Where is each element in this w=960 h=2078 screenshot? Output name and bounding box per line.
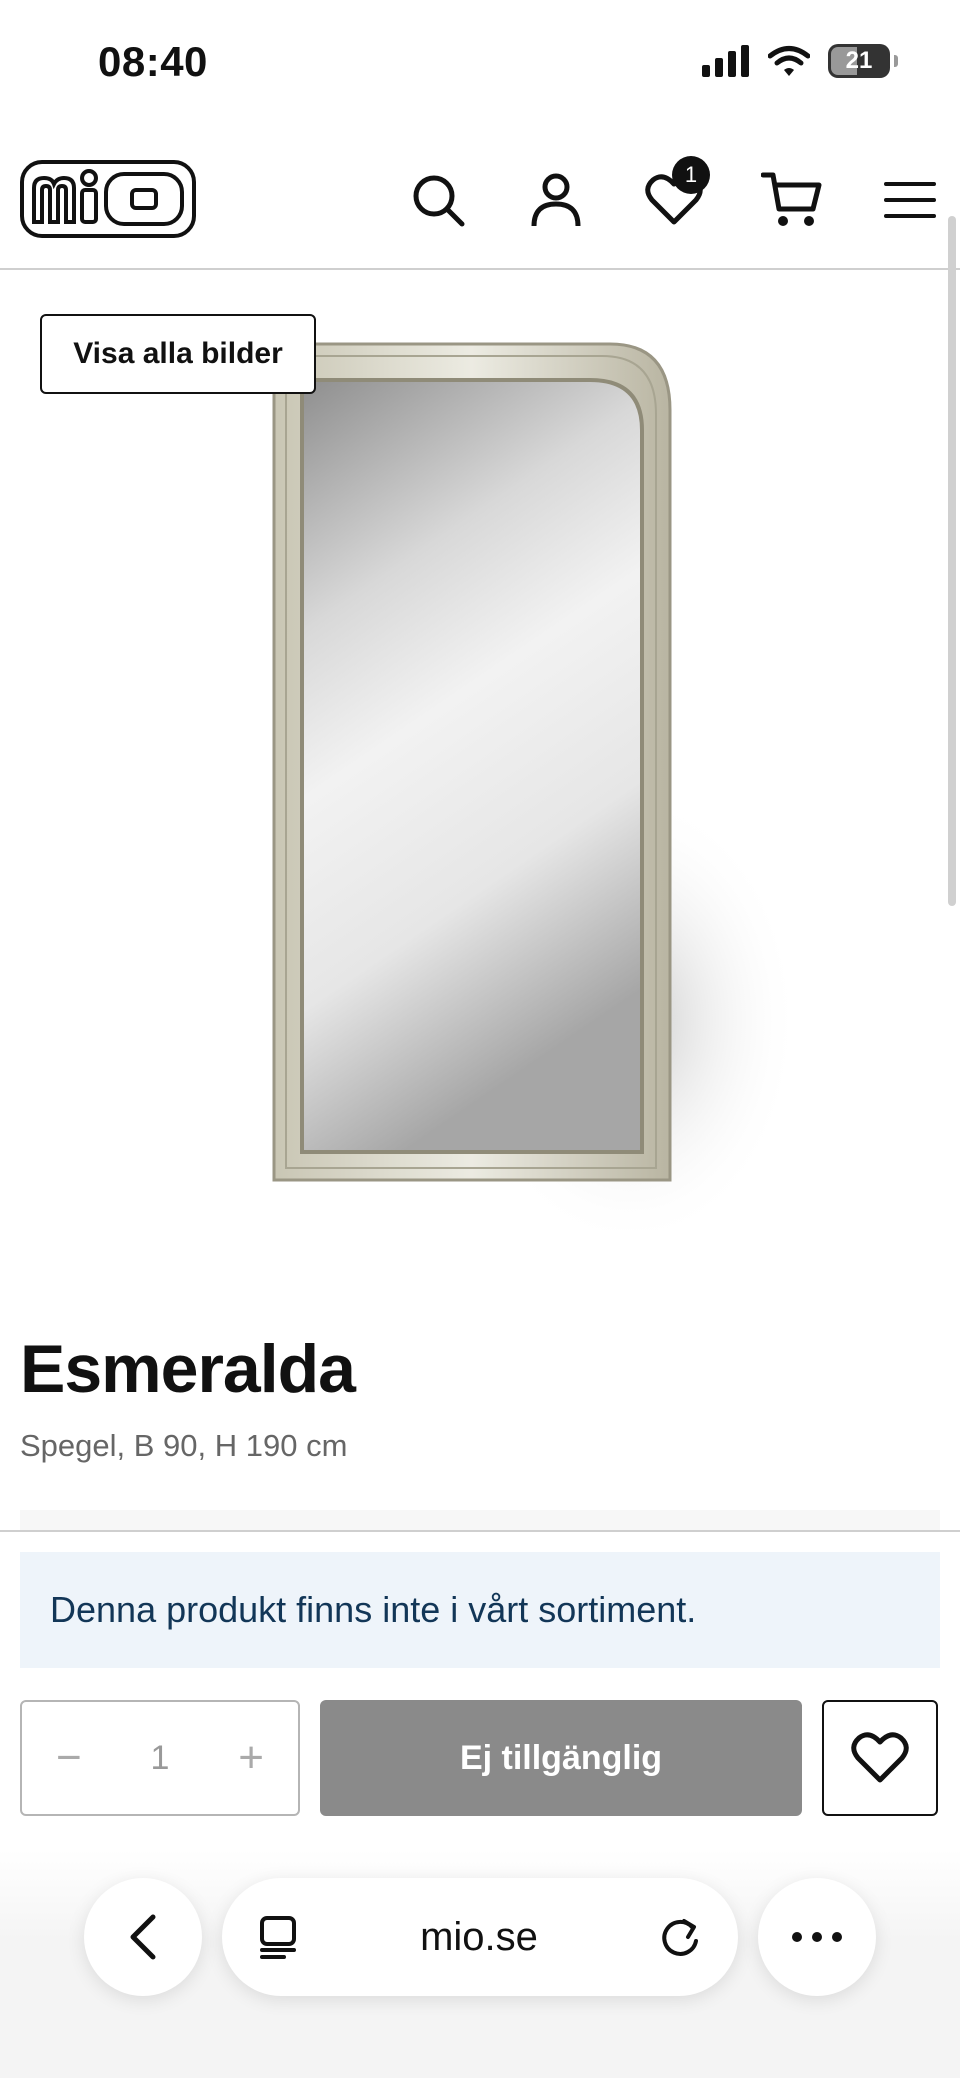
menu-button[interactable]: [878, 168, 942, 232]
wishlist-count-badge: 1: [672, 156, 710, 194]
browser-url[interactable]: mio.se: [420, 1915, 538, 1960]
cart-button[interactable]: [760, 168, 824, 232]
status-indicators: 21: [702, 44, 898, 78]
add-to-cart-button[interactable]: Ej tillgänglig: [320, 1700, 802, 1816]
availability-notice: Denna produkt finns inte i vårt sortimen…: [20, 1552, 940, 1668]
menu-icon: [884, 182, 936, 218]
reload-icon[interactable]: [660, 1915, 702, 1959]
decrease-quantity-button[interactable]: −: [56, 1733, 82, 1783]
battery-indicator: 21: [828, 44, 890, 78]
page-scrollbar[interactable]: [948, 216, 956, 906]
status-time: 08:40: [98, 38, 208, 85]
mio-logo[interactable]: [20, 160, 196, 238]
quantity-stepper[interactable]: − 1 +: [20, 1700, 300, 1816]
view-all-images-button[interactable]: Visa alla bilder: [40, 314, 316, 394]
user-icon: [531, 173, 581, 227]
increase-quantity-button[interactable]: +: [238, 1733, 264, 1783]
signal-icon: [702, 45, 749, 77]
battery-level: 21: [845, 47, 873, 74]
quantity-value[interactable]: 1: [151, 1739, 170, 1778]
wishlist-button[interactable]: 1: [642, 156, 710, 232]
search-icon: [413, 175, 465, 227]
site-header: 1: [0, 140, 960, 270]
more-icon: [792, 1932, 842, 1942]
cart-icon: [761, 172, 822, 226]
reader-icon[interactable]: [258, 1915, 298, 1959]
search-button[interactable]: [406, 168, 470, 232]
browser-back-button[interactable]: [84, 1878, 202, 1996]
section-strip: [20, 1510, 940, 1530]
heart-icon: [851, 1732, 909, 1783]
availability-notice-text: Denna produkt finns inte i vårt sortimen…: [50, 1589, 697, 1630]
account-button[interactable]: [524, 168, 588, 232]
browser-more-button[interactable]: [758, 1878, 876, 1996]
browser-address-bar[interactable]: mio.se: [222, 1878, 738, 1996]
product-subtitle: Spegel, B 90, H 190 cm: [20, 1428, 348, 1463]
add-to-wishlist-button[interactable]: [822, 1700, 938, 1816]
back-icon: [130, 1914, 156, 1960]
product-title: Esmeralda: [20, 1331, 356, 1407]
product-image-mirror[interactable]: [250, 330, 850, 1230]
wifi-icon: [768, 46, 810, 76]
divider: [0, 1530, 960, 1532]
